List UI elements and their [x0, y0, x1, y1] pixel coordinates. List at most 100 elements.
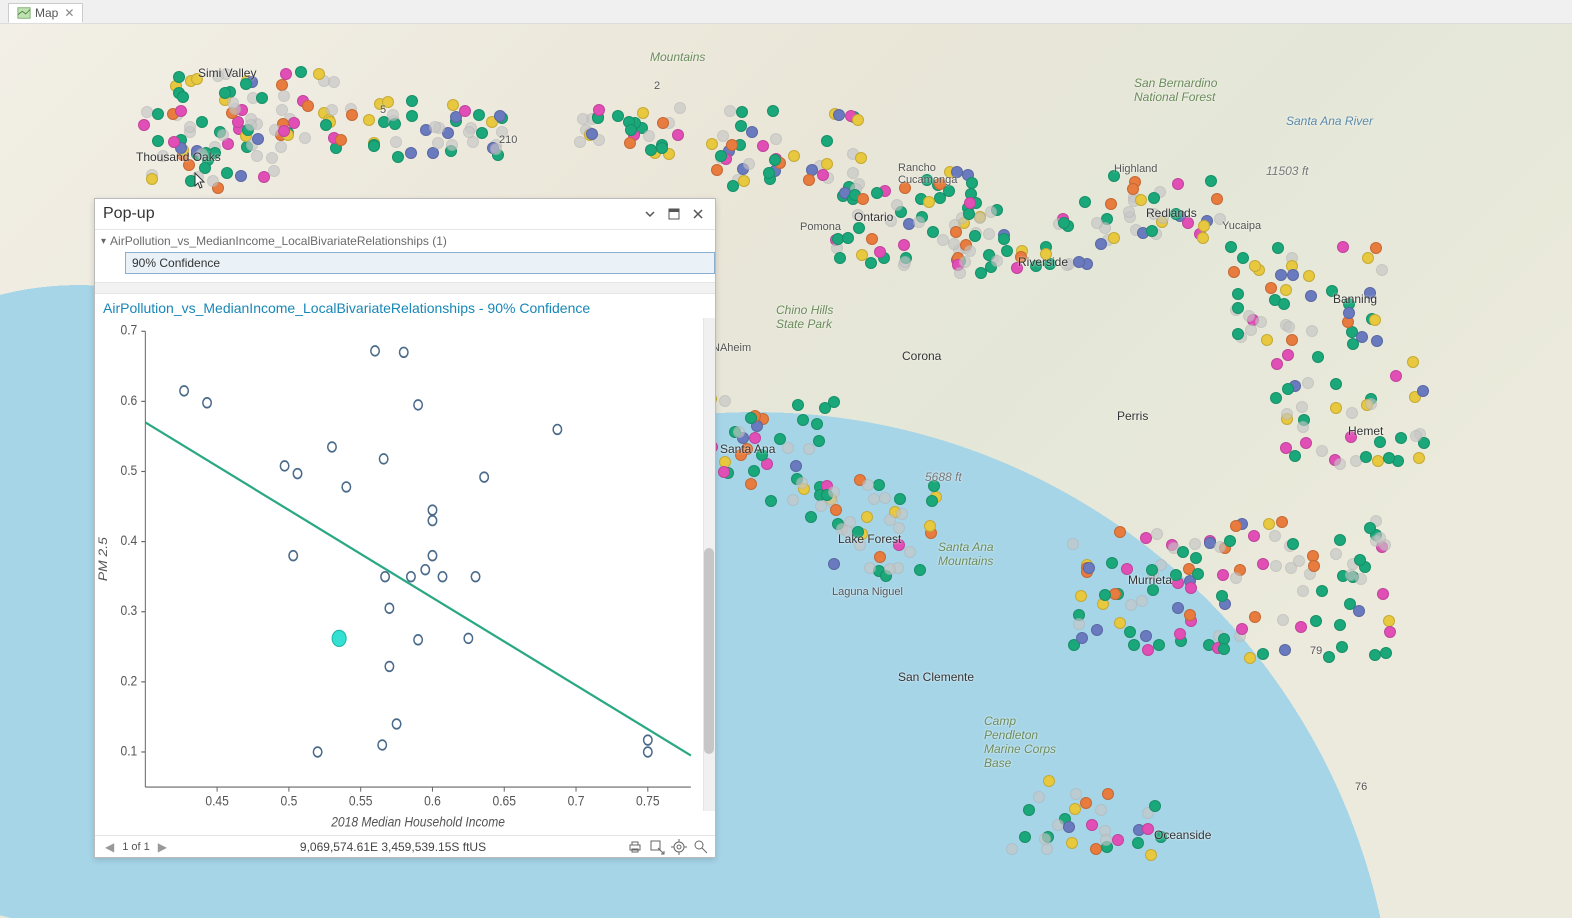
map-point[interactable]: [706, 138, 718, 150]
map-point[interactable]: [173, 71, 185, 83]
map-point[interactable]: [1006, 843, 1018, 855]
map-point[interactable]: [726, 139, 738, 151]
map-point[interactable]: [1039, 833, 1051, 845]
map-point[interactable]: [251, 150, 263, 162]
map-point[interactable]: [1269, 530, 1281, 542]
map-point[interactable]: [1261, 334, 1273, 346]
map-point[interactable]: [1225, 241, 1237, 253]
map-point[interactable]: [1106, 557, 1118, 569]
map-point[interactable]: [1237, 252, 1249, 264]
map-point[interactable]: [964, 245, 976, 257]
map-point[interactable]: [1384, 626, 1396, 638]
map-point[interactable]: [1102, 788, 1114, 800]
locate-icon[interactable]: [671, 839, 687, 855]
map-point[interactable]: [1395, 432, 1407, 444]
map-point[interactable]: [432, 137, 444, 149]
map-point[interactable]: [745, 478, 757, 490]
map-point[interactable]: [1243, 310, 1255, 322]
map-point[interactable]: [1297, 585, 1309, 597]
map-point[interactable]: [175, 105, 187, 117]
map-point[interactable]: [266, 152, 278, 164]
map-point[interactable]: [674, 102, 686, 114]
map-point[interactable]: [1080, 797, 1092, 809]
map-point[interactable]: [1248, 530, 1260, 542]
map-point[interactable]: [1337, 241, 1349, 253]
map-point[interactable]: [245, 119, 257, 131]
map-point[interactable]: [923, 196, 935, 208]
map-point[interactable]: [1293, 555, 1305, 567]
map-point[interactable]: [1211, 193, 1223, 205]
map-point[interactable]: [1336, 641, 1348, 653]
map-point[interactable]: [948, 238, 960, 250]
map-point[interactable]: [1278, 298, 1290, 310]
map-point[interactable]: [1249, 611, 1261, 623]
map-point[interactable]: [467, 136, 479, 148]
map-point[interactable]: [1360, 451, 1372, 463]
popup-layer-name[interactable]: AirPollution_vs_MedianIncome_LocalBivari…: [95, 230, 715, 250]
map-point[interactable]: [1289, 450, 1301, 462]
map-point[interactable]: [1177, 546, 1189, 558]
map-point[interactable]: [1286, 334, 1298, 346]
map-point[interactable]: [1189, 538, 1201, 550]
map-point[interactable]: [146, 173, 158, 185]
map-point[interactable]: [326, 104, 338, 116]
map-point[interactable]: [1151, 528, 1163, 540]
map-point[interactable]: [830, 504, 842, 516]
map-point[interactable]: [959, 256, 971, 268]
map-point[interactable]: [821, 158, 833, 170]
map-point[interactable]: [406, 110, 418, 122]
map-point[interactable]: [1302, 377, 1314, 389]
map-point[interactable]: [1383, 452, 1395, 464]
map-point[interactable]: [871, 187, 883, 199]
map-point[interactable]: [476, 127, 488, 139]
map-point[interactable]: [1083, 562, 1095, 574]
map-point[interactable]: [1112, 834, 1124, 846]
map-point[interactable]: [833, 109, 845, 121]
map-point[interactable]: [855, 152, 867, 164]
map-point[interactable]: [1079, 196, 1091, 208]
map-point[interactable]: [1153, 639, 1165, 651]
map-point[interactable]: [852, 114, 864, 126]
map-point[interactable]: [1316, 585, 1328, 597]
map-point[interactable]: [966, 177, 978, 189]
map-point[interactable]: [1308, 560, 1320, 572]
map-point[interactable]: [1216, 590, 1228, 602]
map-point[interactable]: [868, 493, 880, 505]
map-point[interactable]: [1316, 445, 1328, 457]
map-point[interactable]: [302, 100, 314, 112]
map-point[interactable]: [857, 193, 869, 205]
map-point[interactable]: [954, 267, 966, 279]
map-point[interactable]: [672, 129, 684, 141]
map-point[interactable]: [757, 140, 769, 152]
map-point[interactable]: [746, 126, 758, 138]
map-point[interactable]: [1019, 831, 1031, 843]
map-point[interactable]: [963, 208, 975, 220]
map-point[interactable]: [894, 493, 906, 505]
map-point[interactable]: [1305, 290, 1317, 302]
map-point[interactable]: [1095, 804, 1107, 816]
map-point[interactable]: [1356, 331, 1368, 343]
map-point[interactable]: [719, 395, 731, 407]
map-point[interactable]: [1383, 615, 1395, 627]
map-point[interactable]: [1124, 626, 1136, 638]
map-point[interactable]: [256, 92, 268, 104]
map-point[interactable]: [152, 108, 164, 120]
map-point[interactable]: [1249, 260, 1261, 272]
map-point[interactable]: [1105, 198, 1117, 210]
map-point[interactable]: [884, 563, 896, 575]
map-point[interactable]: [738, 175, 750, 187]
map-point[interactable]: [405, 147, 417, 159]
map-point[interactable]: [1073, 618, 1085, 630]
map-point[interactable]: [1108, 232, 1120, 244]
map-point[interactable]: [390, 136, 402, 148]
map-point[interactable]: [1297, 421, 1309, 433]
map-point[interactable]: [278, 125, 290, 137]
map-point[interactable]: [1279, 644, 1291, 656]
map-point[interactable]: [1283, 321, 1295, 333]
map-point[interactable]: [1073, 256, 1085, 268]
map-point[interactable]: [1132, 837, 1144, 849]
map-point[interactable]: [797, 414, 809, 426]
map-point[interactable]: [1369, 314, 1381, 326]
map-point[interactable]: [1198, 220, 1210, 232]
printer-icon[interactable]: [627, 839, 643, 855]
